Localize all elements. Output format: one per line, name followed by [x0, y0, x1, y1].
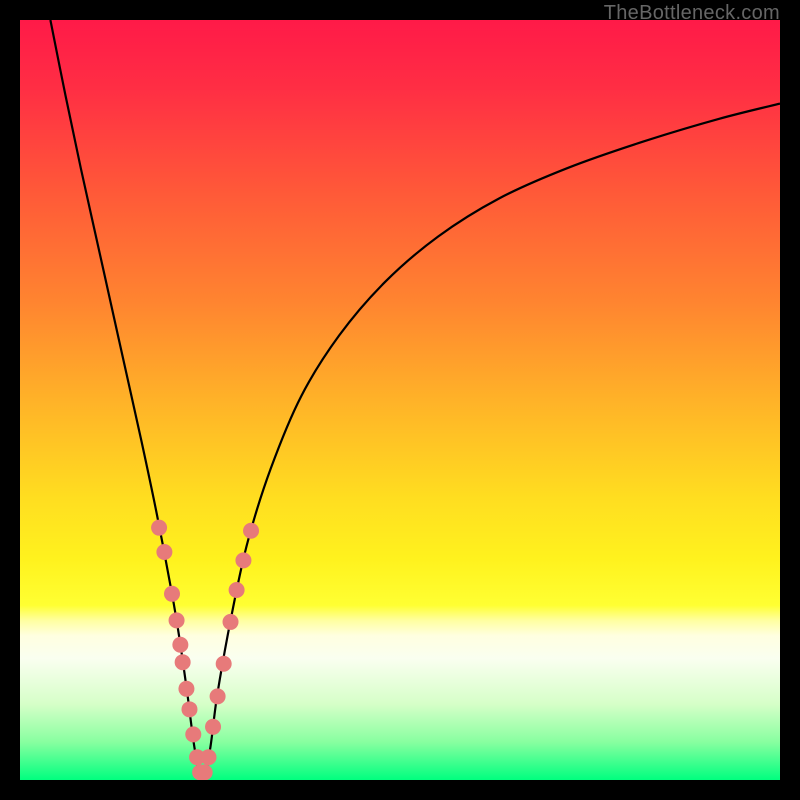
marker-dot	[197, 764, 213, 780]
highlight-dots	[151, 520, 259, 780]
marker-dot	[185, 726, 201, 742]
marker-dot	[151, 520, 167, 536]
marker-dot	[205, 719, 221, 735]
marker-dot	[156, 544, 172, 560]
plot-area	[20, 20, 780, 780]
marker-dot	[210, 688, 226, 704]
chart-frame: TheBottleneck.com	[0, 0, 800, 800]
marker-dot	[200, 749, 216, 765]
marker-dot	[235, 552, 251, 568]
marker-dot	[243, 523, 259, 539]
marker-dot	[178, 681, 194, 697]
marker-dot	[175, 654, 191, 670]
marker-dot	[216, 656, 232, 672]
marker-dot	[181, 701, 197, 717]
marker-dot	[172, 637, 188, 653]
bottleneck-curve	[50, 20, 780, 780]
marker-dot	[169, 612, 185, 628]
curve-layer	[20, 20, 780, 780]
marker-dot	[229, 582, 245, 598]
marker-dot	[223, 614, 239, 630]
marker-dot	[164, 586, 180, 602]
